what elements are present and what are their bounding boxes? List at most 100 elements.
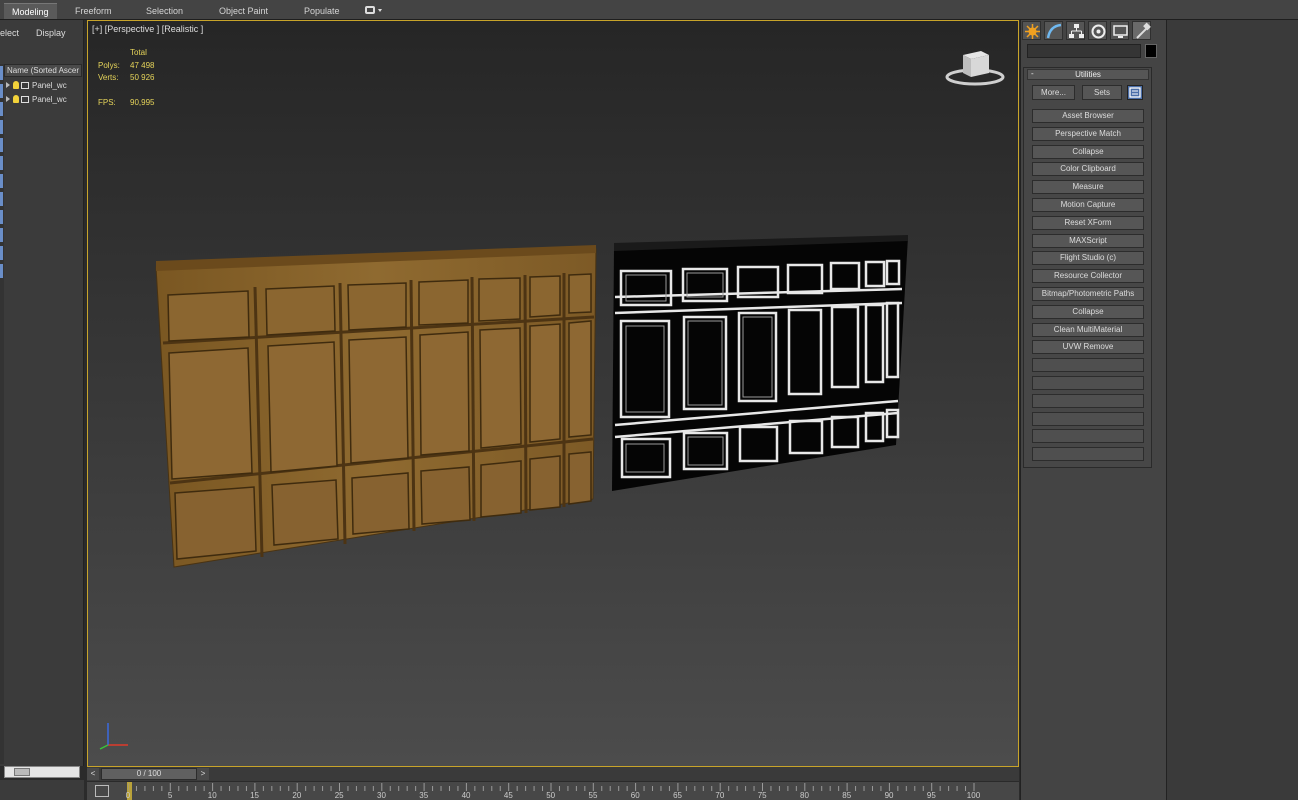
motion-tab[interactable] xyxy=(1088,21,1107,40)
motion-icon xyxy=(1091,24,1106,39)
list-item-label: Panel_wc xyxy=(32,81,67,90)
utility-button[interactable]: Flight Studio (c) xyxy=(1032,251,1144,266)
filter-button[interactable] xyxy=(0,210,3,224)
utility-button[interactable]: Asset Browser xyxy=(1032,109,1144,123)
configure-button-sets-icon[interactable] xyxy=(1127,85,1143,100)
utilities-rollout-title[interactable]: Utilities xyxy=(1027,69,1149,80)
filter-button[interactable] xyxy=(0,228,3,242)
filter-button[interactable] xyxy=(0,66,3,80)
stats-polys-label: Polys: xyxy=(98,60,120,70)
prev-frame-button[interactable]: < xyxy=(87,768,99,780)
expand-arrow-icon[interactable] xyxy=(6,82,10,88)
column-header-name[interactable]: Name (Sorted Ascer xyxy=(4,64,82,77)
object-name-field[interactable] xyxy=(1027,44,1141,58)
frame-tick-label: 30 xyxy=(377,791,386,800)
more-button[interactable]: More... xyxy=(1032,85,1075,100)
utility-button[interactable]: UVW Remove xyxy=(1032,340,1144,355)
empty-utility-slot[interactable] xyxy=(1032,447,1144,462)
utility-button[interactable]: Color Clipboard xyxy=(1032,162,1144,177)
command-panel-tabs xyxy=(1022,21,1157,41)
scene-explorer-toolstrip xyxy=(0,64,4,764)
utility-button[interactable]: Reset XForm xyxy=(1032,215,1144,230)
ribbon-tab-populate[interactable]: Populate xyxy=(296,3,348,19)
perspective-viewport[interactable]: [+] [Perspective ] [Realistic ] Total Po… xyxy=(87,20,1019,767)
ribbon-tab-freeform[interactable]: Freeform xyxy=(67,3,120,19)
list-item-label: Panel_wc xyxy=(32,95,67,104)
light-bulb-icon[interactable] xyxy=(13,81,19,89)
object-color-swatch[interactable] xyxy=(1145,44,1157,58)
utility-button[interactable]: Measure xyxy=(1032,180,1144,195)
time-slider[interactable]: 0 / 100 xyxy=(101,768,197,780)
scene-geometry xyxy=(155,235,908,568)
utility-button[interactable]: Resource Collector xyxy=(1032,269,1144,284)
create-tab[interactable] xyxy=(1022,21,1041,40)
utilities-icon xyxy=(1136,22,1151,39)
empty-utility-slot[interactable] xyxy=(1032,411,1144,426)
frame-tick-label: 50 xyxy=(546,791,556,800)
filter-button[interactable] xyxy=(0,138,3,152)
frame-tick-label: 65 xyxy=(673,791,682,800)
frame-tick-label: 10 xyxy=(207,791,217,800)
light-bulb-icon[interactable] xyxy=(13,95,19,103)
filter-button[interactable] xyxy=(0,192,3,206)
viewcube-icon[interactable] xyxy=(943,47,1007,87)
filter-button[interactable] xyxy=(0,120,3,134)
utility-button[interactable]: Collapse xyxy=(1032,304,1144,319)
status-area xyxy=(0,780,84,800)
frame-tick-label: 90 xyxy=(884,791,894,800)
filter-button[interactable] xyxy=(0,264,3,278)
utility-button[interactable]: MAXScript xyxy=(1032,233,1144,248)
ribbon-tab-object-paint[interactable]: Object Paint xyxy=(211,3,276,19)
object-icon xyxy=(21,82,29,89)
filter-button[interactable] xyxy=(0,84,3,98)
stats-fps-value: 90,995 xyxy=(130,98,155,107)
ribbon: Modeling Freeform Selection Object Paint… xyxy=(0,0,1298,20)
menu-display[interactable]: Display xyxy=(36,28,66,38)
time-slider-bar xyxy=(87,767,1019,781)
utility-button[interactable]: Collapse xyxy=(1032,144,1144,159)
track-view-icon[interactable] xyxy=(95,785,109,797)
frame-tick-label: 20 xyxy=(292,791,302,800)
next-frame-button[interactable]: > xyxy=(197,768,209,780)
wood-wall-panel xyxy=(155,245,597,568)
display-tab[interactable] xyxy=(1110,21,1129,40)
sets-button[interactable]: Sets xyxy=(1082,85,1122,100)
empty-utility-slot[interactable] xyxy=(1032,376,1144,390)
menu-select[interactable]: elect xyxy=(0,28,19,38)
utilities-tab[interactable] xyxy=(1132,21,1151,40)
rollout-collapse-toggle[interactable]: - xyxy=(1031,69,1034,78)
frame-tick-label: 95 xyxy=(926,791,936,800)
stats-verts-value: 50 926 xyxy=(130,73,155,82)
utility-button[interactable]: Clean MultiMaterial xyxy=(1032,322,1144,337)
frame-tick-label: 45 xyxy=(503,791,513,800)
filter-button[interactable] xyxy=(0,156,3,170)
filter-button[interactable] xyxy=(0,102,3,116)
list-item[interactable]: Panel_wc xyxy=(6,93,82,106)
hierarchy-tab[interactable] xyxy=(1066,21,1085,40)
frame-tick-label: 85 xyxy=(842,791,852,800)
modify-tab[interactable] xyxy=(1044,21,1063,40)
empty-utility-slot[interactable] xyxy=(1032,358,1144,373)
scrollbar-thumb[interactable] xyxy=(14,768,30,776)
empty-utility-slot[interactable] xyxy=(1032,429,1144,444)
frame-tick-label: 70 xyxy=(715,791,725,800)
ribbon-options-dropdown-icon[interactable] xyxy=(364,5,384,16)
utility-button[interactable]: Perspective Match xyxy=(1032,126,1144,141)
frame-tick-label: 75 xyxy=(757,791,767,800)
display-icon xyxy=(1113,25,1128,38)
utility-button[interactable]: Motion Capture xyxy=(1032,198,1144,212)
list-item[interactable]: Panel_wc xyxy=(6,79,82,92)
ribbon-tab-modeling[interactable]: Modeling xyxy=(4,3,57,19)
filter-button[interactable] xyxy=(0,174,3,188)
filter-button[interactable] xyxy=(0,246,3,260)
empty-utility-slot[interactable] xyxy=(1032,393,1144,408)
frame-tick-label: 5 xyxy=(167,791,173,800)
stats-polys-value: 47 498 xyxy=(130,60,155,70)
expand-arrow-icon[interactable] xyxy=(6,96,10,102)
scene-explorer xyxy=(0,20,84,766)
frame-tick-label: 40 xyxy=(461,791,471,800)
utility-button[interactable]: Bitmap/Photometric Paths xyxy=(1032,287,1144,301)
ribbon-tab-selection[interactable]: Selection xyxy=(138,3,191,19)
frame-tick-label: 60 xyxy=(630,791,640,800)
viewport-label[interactable]: [+] [Perspective ] [Realistic ] xyxy=(92,24,203,34)
